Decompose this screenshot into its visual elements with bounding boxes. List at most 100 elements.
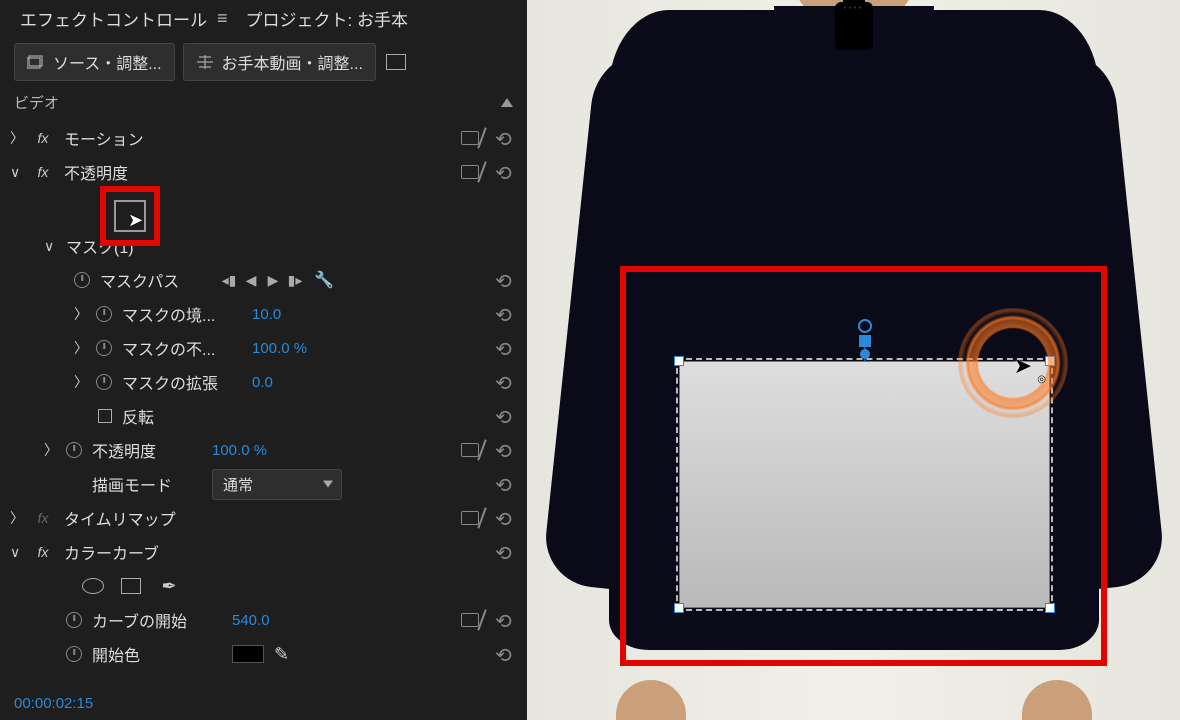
reset-icon[interactable]: ⟲	[495, 337, 517, 359]
reset-icon[interactable]: ⟲	[495, 473, 517, 495]
bypass-icon[interactable]	[459, 439, 485, 461]
source-icon	[27, 55, 45, 69]
blend-mode-row[interactable]: 描画モード 通常 ⟲	[0, 467, 527, 501]
expand-icon[interactable]: ∨	[10, 164, 22, 181]
rectangle-mask-icon[interactable]	[118, 575, 144, 597]
mask-feather-label: マスクの境...	[122, 302, 242, 326]
expand-icon[interactable]: 〉	[44, 440, 56, 460]
effect-opacity[interactable]: ∨ fx 不透明度 ⟲	[0, 155, 527, 189]
fx-badge[interactable]: fx	[32, 163, 54, 181]
effect-color-curve[interactable]: ∨ fx カラーカーブ ⟲	[0, 535, 527, 569]
mask-invert-row[interactable]: 反転 ⟲	[0, 399, 527, 433]
reset-icon[interactable]: ⟲	[495, 507, 517, 529]
panel-layout-icon[interactable]	[386, 54, 406, 70]
expand-icon[interactable]: 〉	[74, 338, 86, 358]
tab-effect-controls[interactable]: エフェクトコントロール ≡	[20, 6, 228, 31]
expand-icon[interactable]: 〉	[74, 304, 86, 324]
tab-label: エフェクトコントロール	[20, 6, 207, 31]
target-clip-button[interactable]: お手本動画・調整...	[183, 43, 376, 81]
expand-icon[interactable]: 〉	[74, 372, 86, 392]
panel-tabs: エフェクトコントロール ≡ プロジェクト: お手本	[0, 0, 527, 36]
color-curve-mask-tools: ✒	[0, 569, 527, 603]
bypass-icon[interactable]	[459, 161, 485, 183]
mask-handle-bl[interactable]	[674, 603, 684, 613]
mask-handle-br[interactable]	[1045, 603, 1055, 613]
section-video-header[interactable]: ビデオ	[0, 88, 527, 121]
clip-selector-row: ソース・調整... お手本動画・調整...	[0, 36, 527, 88]
blend-mode-select[interactable]: 通常	[212, 469, 342, 500]
stopwatch-icon[interactable]	[66, 612, 82, 628]
mask-path-label: マスクパス	[100, 268, 210, 292]
collapse-icon[interactable]	[501, 98, 513, 107]
source-clip-button[interactable]: ソース・調整...	[14, 43, 175, 81]
eyedropper-icon[interactable]: ✎	[274, 644, 289, 665]
ellipse-mask-icon[interactable]	[80, 575, 106, 597]
stopwatch-icon[interactable]	[74, 272, 90, 288]
opacity-prop-label: 不透明度	[92, 438, 202, 462]
mask-opacity-value[interactable]: 100.0 %	[252, 340, 322, 357]
reset-icon[interactable]: ⟲	[495, 643, 517, 665]
bypass-icon[interactable]	[459, 127, 485, 149]
section-video-label: ビデオ	[14, 92, 59, 113]
reset-icon[interactable]: ⟲	[495, 541, 517, 563]
expand-icon[interactable]: 〉	[10, 508, 22, 528]
prev-kf-icon[interactable]: ◂▮	[220, 272, 238, 289]
wrench-icon[interactable]: 🔧	[314, 270, 334, 290]
opacity-prop-row[interactable]: 〉 不透明度 100.0 % ⟲	[0, 433, 527, 467]
time-remap-label: タイムリマップ	[64, 506, 449, 530]
bypass-icon[interactable]	[459, 609, 485, 631]
reset-icon[interactable]: ⟲	[495, 439, 517, 461]
mask-path-row[interactable]: マスクパス ◂▮ ◀ ▶ ▮▸ 🔧 ⟲	[0, 263, 527, 297]
stopwatch-icon[interactable]	[96, 306, 112, 322]
expand-icon[interactable]: 〉	[10, 128, 22, 148]
mask-expansion-value[interactable]: 0.0	[252, 374, 322, 391]
reset-icon[interactable]: ⟲	[495, 161, 517, 183]
mask-opacity-label: マスクの不...	[122, 336, 242, 360]
highlight-rectangle-mask-tool: ➤	[100, 186, 160, 246]
mask-feather-row[interactable]: 〉 マスクの境... 10.0 ⟲	[0, 297, 527, 331]
prev-frame-icon[interactable]: ◀	[242, 272, 260, 289]
stopwatch-icon[interactable]	[96, 374, 112, 390]
panel-menu-icon[interactable]: ≡	[217, 8, 228, 29]
blend-mode-label: 描画モード	[92, 472, 202, 496]
mask-feather-value[interactable]: 10.0	[252, 306, 322, 323]
start-color-row[interactable]: 開始色 ✎ ⟲	[0, 637, 527, 671]
target-clip-label: お手本動画・調整...	[222, 50, 363, 74]
expand-icon[interactable]: ∨	[44, 238, 56, 255]
effect-time-remap[interactable]: 〉 fx タイムリマップ ⟲	[0, 501, 527, 535]
next-frame-icon[interactable]: ▶	[264, 272, 282, 289]
timecode[interactable]: 00:00:02:15	[14, 695, 93, 712]
reset-icon[interactable]: ⟲	[495, 127, 517, 149]
effect-controls-panel: エフェクトコントロール ≡ プロジェクト: お手本 ソース・調整... お手本動…	[0, 0, 527, 720]
blend-mode-value: 通常	[223, 477, 253, 494]
keyframe-nav: ◂▮ ◀ ▶ ▮▸	[220, 272, 304, 289]
effect-motion[interactable]: 〉 fx モーション ⟲	[0, 121, 527, 155]
bypass-icon[interactable]	[459, 507, 485, 529]
tab-project[interactable]: プロジェクト: お手本	[246, 6, 408, 31]
curve-start-value[interactable]: 540.0	[232, 612, 302, 629]
curve-start-row[interactable]: カーブの開始 540.0 ⟲	[0, 603, 527, 637]
invert-checkbox[interactable]	[98, 409, 112, 423]
fx-badge-disabled[interactable]: fx	[32, 509, 54, 527]
mask-opacity-row[interactable]: 〉 マスクの不... 100.0 % ⟲	[0, 331, 527, 365]
pen-mask-icon[interactable]: ✒	[156, 575, 182, 597]
mask-expansion-row[interactable]: 〉 マスクの拡張 0.0 ⟲	[0, 365, 527, 399]
reset-icon[interactable]: ⟲	[495, 609, 517, 631]
fx-badge[interactable]: fx	[32, 543, 54, 561]
opacity-value[interactable]: 100.0 %	[212, 442, 282, 459]
reset-icon[interactable]: ⟲	[495, 269, 517, 291]
reset-icon[interactable]: ⟲	[495, 303, 517, 325]
reset-icon[interactable]: ⟲	[495, 405, 517, 427]
stopwatch-icon[interactable]	[66, 442, 82, 458]
stopwatch-icon[interactable]	[66, 646, 82, 662]
program-monitor[interactable]: ➤	[527, 0, 1180, 720]
reset-icon[interactable]: ⟲	[495, 371, 517, 393]
stopwatch-icon[interactable]	[96, 340, 112, 356]
color-swatch[interactable]	[232, 645, 264, 663]
mask-1[interactable]: ∨ マスク(1)	[0, 229, 527, 263]
opacity-label: 不透明度	[64, 160, 449, 184]
fx-badge[interactable]: fx	[32, 129, 54, 147]
next-kf-icon[interactable]: ▮▸	[286, 272, 304, 289]
expand-icon[interactable]: ∨	[10, 544, 22, 561]
mask-handle-tl[interactable]	[674, 356, 684, 366]
